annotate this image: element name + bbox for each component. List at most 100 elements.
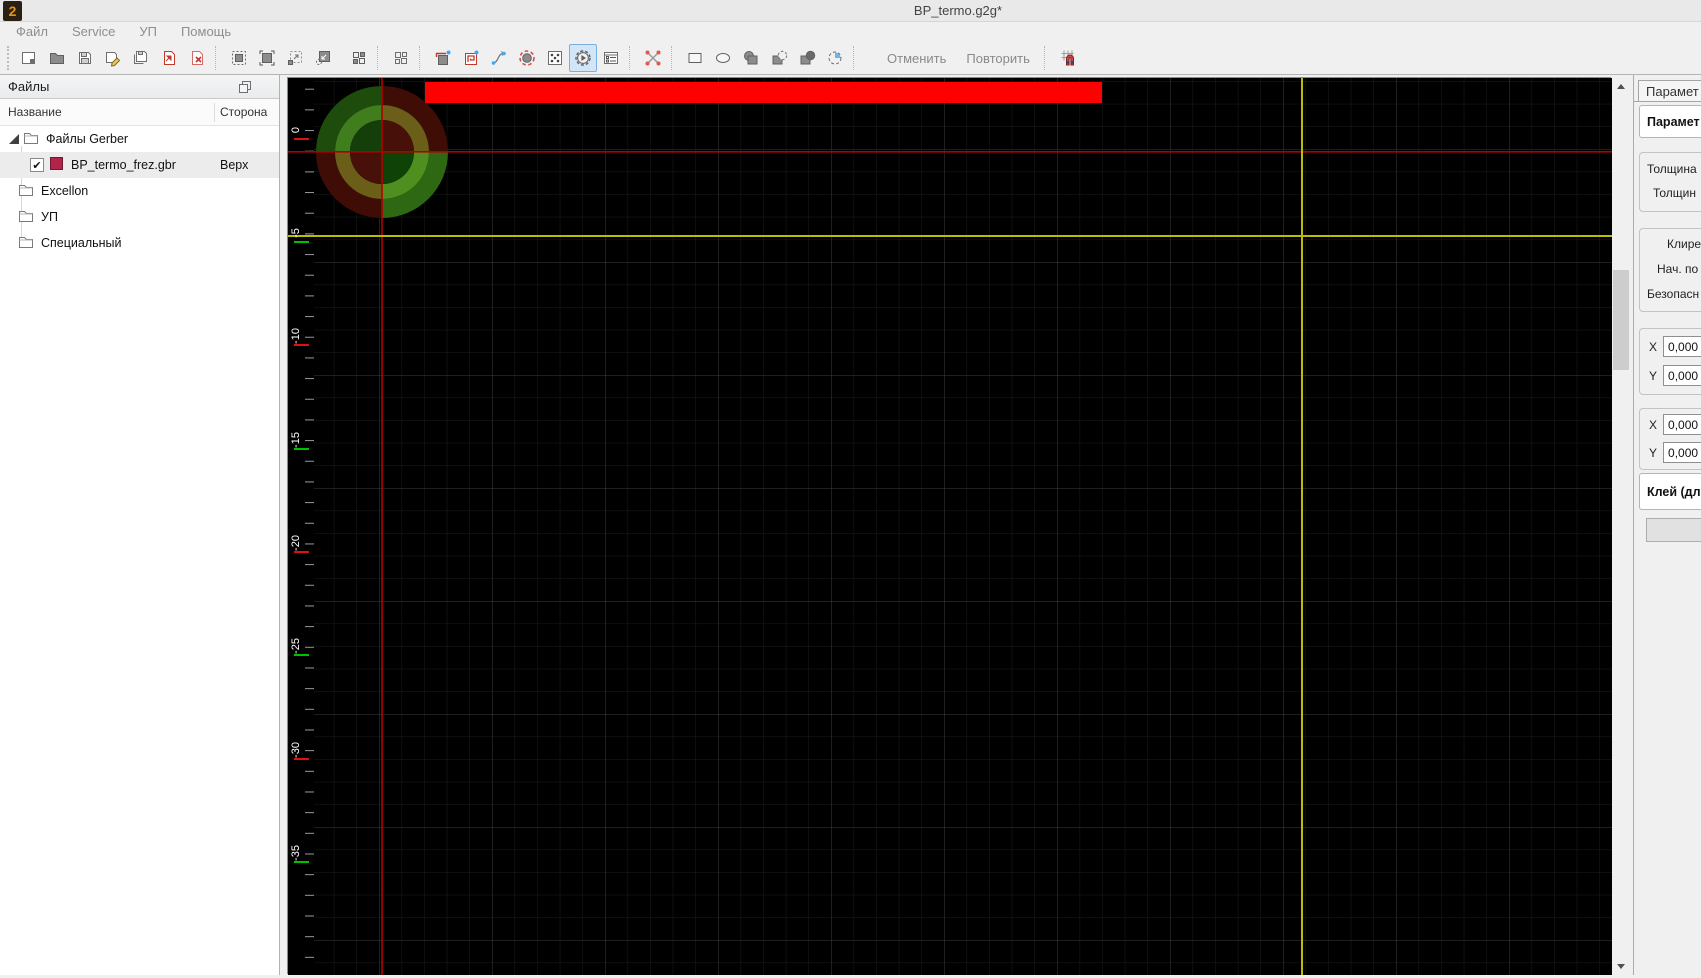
zoom-fit-button[interactable] [225, 44, 253, 72]
parameters-header[interactable]: Парамет [1639, 105, 1701, 138]
glue-header[interactable]: Клей (дл [1639, 473, 1701, 510]
menu-up[interactable]: УП [127, 22, 169, 42]
x2-input[interactable] [1663, 414, 1701, 435]
column-side: Сторона [220, 105, 268, 119]
tree-item-gerber-file[interactable]: ✔ BP_termo_frez.gbr Верх [0, 152, 279, 178]
pcb-canvas[interactable]: 0 -5 -10 -15 -20 -25 -30 -35 [288, 78, 1612, 975]
folder-icon [18, 209, 34, 226]
save-as-button[interactable] [99, 44, 127, 72]
zoom-selection-button[interactable] [253, 44, 281, 72]
offset-group-1: X Y [1639, 328, 1701, 395]
intersect-icon [798, 49, 816, 67]
y1-input[interactable] [1663, 365, 1701, 386]
settings-form-button[interactable] [597, 44, 625, 72]
column-name: Название [8, 105, 62, 119]
draw-ellipse-button[interactable] [709, 44, 737, 72]
guide-vertical-line [1301, 78, 1303, 975]
scroll-up-arrow[interactable] [1612, 78, 1630, 95]
window-title: BP_termo.g2g* [913, 3, 1003, 18]
scrollbar-thumb[interactable] [1613, 270, 1629, 370]
toolbar-separator [853, 46, 859, 70]
tree-item-special-folder[interactable]: Специальный [0, 230, 279, 256]
redo-button[interactable]: Повторить [956, 45, 1039, 71]
free-transform-button[interactable] [639, 44, 667, 72]
tree-item-gerber-folder[interactable]: Файлы Gerber [0, 126, 279, 152]
toolbar-grip [7, 46, 12, 70]
run-simulation-button[interactable] [569, 44, 597, 72]
crosshair-vertical-line [381, 78, 383, 975]
menu-help[interactable]: Помощь [169, 22, 243, 42]
y-label: Y [1649, 368, 1658, 383]
save-icon [76, 49, 94, 67]
zoom-selection-icon [258, 49, 276, 67]
close-file-button[interactable] [183, 44, 211, 72]
tile-windows-button[interactable] [387, 44, 415, 72]
open-file-button[interactable] [43, 44, 71, 72]
folder-icon [18, 183, 34, 200]
float-panel-icon[interactable] [236, 78, 253, 95]
gerber-layer-bar[interactable] [425, 82, 1102, 103]
new-file-icon [20, 49, 38, 67]
layer-color-swatch[interactable] [50, 157, 63, 173]
tab-parameters[interactable]: Парамет [1638, 80, 1701, 102]
save-all-button[interactable] [127, 44, 155, 72]
toolbar-separator [671, 46, 677, 70]
toolbar-separator [419, 46, 425, 70]
region-select-button[interactable] [821, 44, 849, 72]
expand-triangle-icon[interactable] [9, 134, 19, 144]
draw-rectangle-button[interactable] [681, 44, 709, 72]
spiral-fill-tool-button[interactable] [457, 44, 485, 72]
save-button[interactable] [71, 44, 99, 72]
spiral-fill-icon [462, 49, 480, 67]
zoom-out-button[interactable] [309, 44, 337, 72]
menu-bar: Файл Service УП Помощь [0, 22, 1701, 42]
path-tool-button[interactable] [485, 44, 513, 72]
contour-tool-icon [434, 49, 452, 67]
grid-major [314, 78, 1612, 975]
new-file-button[interactable] [15, 44, 43, 72]
y-label: Y [1649, 445, 1658, 460]
rectangle-icon [686, 49, 704, 67]
magnet-grid-icon [1059, 49, 1077, 67]
x1-input[interactable] [1663, 336, 1701, 357]
tile-panels-button[interactable] [345, 44, 373, 72]
boolean-union-button[interactable] [737, 44, 765, 72]
y2-input[interactable] [1663, 442, 1701, 463]
snap-to-grid-button[interactable] [1054, 44, 1082, 72]
start-position-label: Нач. по [1657, 262, 1699, 276]
save-as-icon [104, 49, 122, 67]
tile-filled-icon [350, 49, 368, 67]
guide-horizontal-line [288, 235, 1612, 237]
ruler-minor-ticks [305, 78, 314, 975]
tree-item-up-folder[interactable]: УП [0, 204, 279, 230]
thickness-group: Толщина Толщин [1639, 152, 1701, 212]
crosshair-horizontal-line [288, 151, 1612, 153]
scroll-down-arrow[interactable] [1612, 958, 1630, 975]
boolean-subtract-button[interactable] [765, 44, 793, 72]
tree-item-excellon-folder[interactable]: Excellon [0, 178, 279, 204]
menu-service[interactable]: Service [60, 22, 127, 42]
subtract-icon [770, 49, 788, 67]
drill-tool-button[interactable] [513, 44, 541, 72]
import-file-button[interactable] [155, 44, 183, 72]
boolean-intersect-button[interactable] [793, 44, 821, 72]
thickness-label-1: Толщина [1647, 162, 1697, 176]
panel-action-button[interactable] [1646, 518, 1701, 542]
panel-divider [1634, 101, 1701, 102]
file-visibility-checkbox[interactable]: ✔ [30, 158, 44, 172]
undo-button[interactable]: Отменить [877, 45, 956, 71]
files-panel: Файлы Название Сторона Файлы Gerber ✔ BP… [0, 75, 280, 975]
toolbar-separator [377, 46, 383, 70]
pattern-tool-button[interactable] [541, 44, 569, 72]
canvas-drawing [288, 78, 1612, 975]
menu-file[interactable]: Файл [4, 22, 60, 42]
files-tree: Файлы Gerber ✔ BP_termo_frez.gbr Верх Ex… [0, 126, 279, 256]
files-column-header: Название Сторона [0, 99, 279, 126]
contour-tool-button[interactable] [429, 44, 457, 72]
red-import-icon [160, 49, 178, 67]
zoom-in-button[interactable] [281, 44, 309, 72]
app-icon: 2 [3, 1, 22, 21]
toolbar-separator [1043, 46, 1050, 70]
canvas-vertical-scrollbar[interactable] [1612, 78, 1630, 975]
run-gear-icon [573, 48, 593, 68]
